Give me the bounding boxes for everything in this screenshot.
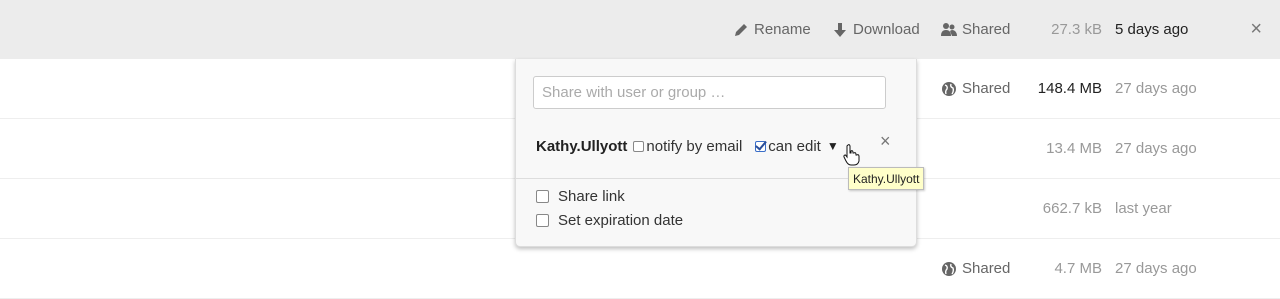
modified-date: 27 days ago [1115, 80, 1197, 97]
modified-date: 27 days ago [1115, 140, 1197, 157]
share-user-name: Kathy.Ullyott [536, 137, 628, 155]
remove-share-icon[interactable]: × [880, 131, 891, 152]
notify-label[interactable]: notify by email [646, 138, 742, 155]
rename-action[interactable]: Rename [733, 0, 811, 59]
download-action[interactable]: Download [832, 0, 920, 59]
can-edit-label[interactable]: can edit [768, 138, 821, 155]
file-size: 13.4 MB [1046, 140, 1102, 157]
rename-label: Rename [754, 21, 811, 38]
expiration-option[interactable]: Set expiration date [536, 212, 683, 229]
shared-action[interactable]: Shared [941, 59, 1010, 118]
notify-checkbox[interactable] [633, 140, 645, 152]
download-label: Download [853, 21, 920, 38]
file-row[interactable]: Shared 4.7 MB 27 days ago [0, 239, 1280, 299]
file-size: 27.3 kB [1051, 21, 1102, 38]
pencil-icon [735, 23, 747, 36]
can-edit-checkbox[interactable] [755, 140, 767, 152]
share-entry: Kathy.Ullyott notify by email can edit ▼ [536, 135, 839, 157]
file-size: 148.4 MB [1037, 80, 1102, 97]
modified-date: 27 days ago [1115, 260, 1197, 277]
shared-action[interactable]: Shared [941, 239, 1010, 298]
users-icon [941, 22, 957, 36]
modified-date: 5 days ago [1115, 21, 1189, 38]
globe-icon [942, 261, 956, 276]
shared-label: Shared [962, 80, 1011, 97]
close-icon[interactable]: × [1250, 0, 1262, 59]
share-link-checkbox[interactable] [536, 190, 549, 203]
user-tooltip: Kathy.Ullyott [848, 167, 925, 190]
shared-label: Shared [962, 21, 1011, 38]
file-size: 662.7 kB [1042, 200, 1102, 217]
modified-date: last year [1115, 200, 1172, 217]
download-arrow-icon [834, 22, 846, 37]
expiration-checkbox[interactable] [536, 214, 549, 227]
file-row-selected[interactable]: Rename Download Shared 27.3 kB 5 days ag… [0, 0, 1280, 59]
hand-pointer-icon [843, 144, 860, 166]
share-link-option[interactable]: Share link [536, 188, 625, 205]
shared-label: Shared [962, 260, 1011, 277]
expiration-label[interactable]: Set expiration date [558, 212, 683, 229]
share-link-label[interactable]: Share link [558, 188, 625, 205]
shared-action[interactable]: Shared [941, 0, 1010, 59]
file-size: 4.7 MB [1054, 260, 1102, 277]
globe-icon [942, 81, 956, 96]
share-with-input[interactable] [533, 76, 886, 109]
chevron-down-icon[interactable]: ▼ [827, 139, 839, 153]
